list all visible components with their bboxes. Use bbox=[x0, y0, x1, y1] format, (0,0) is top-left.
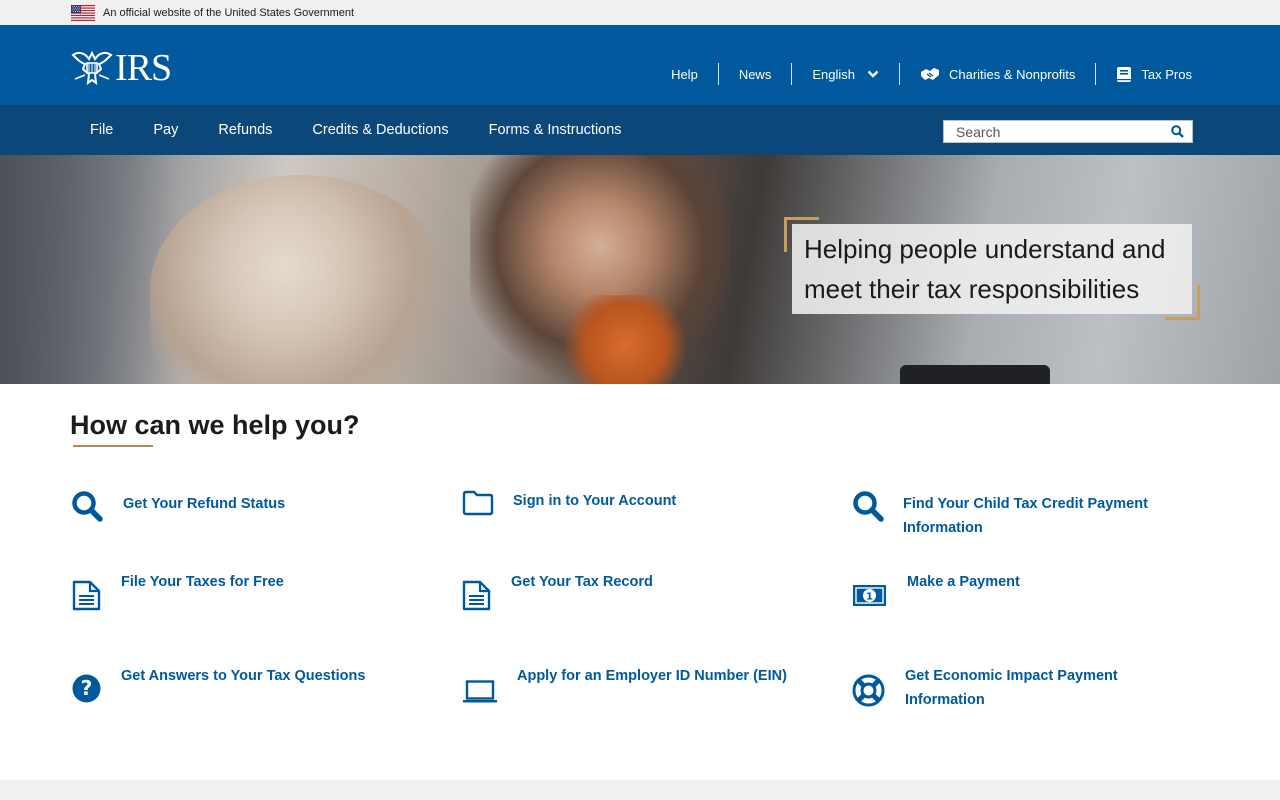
logo-text: IRS bbox=[115, 47, 172, 89]
tile-apply-ein[interactable]: Apply for an Employer ID Number (EIN) bbox=[462, 668, 787, 704]
tile-tax-questions-icon-wrap: ? bbox=[72, 674, 121, 703]
tile-label: Get Your Refund Status bbox=[123, 496, 286, 512]
tile-label: Get Answers to Your Tax Questions bbox=[121, 668, 366, 684]
tile-label: Get Economic Impact Payment Information bbox=[905, 668, 1118, 708]
chevron-down-icon bbox=[867, 70, 879, 78]
search-icon bbox=[72, 491, 103, 522]
site-header: IRS Help News English Charities & Nonpro… bbox=[0, 25, 1280, 105]
tile-label: Apply for an Employer ID Number (EIN) bbox=[517, 668, 787, 684]
folder-icon bbox=[462, 490, 494, 516]
hero-banner: Helping people understand and meet their… bbox=[0, 155, 1280, 384]
tile-label: File Your Taxes for Free bbox=[121, 574, 284, 590]
search-input[interactable] bbox=[944, 121, 1163, 142]
nav-item-credits-deductions[interactable]: Credits & Deductions bbox=[292, 105, 468, 155]
us-flag-icon bbox=[71, 4, 95, 21]
main-nav-list: File Pay Refunds Credits & Deductions Fo… bbox=[70, 105, 642, 155]
tile-label: Find Your Child Tax Credit Payment Infor… bbox=[903, 496, 1148, 536]
svg-text:1: 1 bbox=[866, 592, 873, 603]
hero-image-laptop bbox=[900, 365, 1050, 384]
footer-strip bbox=[0, 780, 1280, 800]
search-box bbox=[943, 120, 1193, 143]
help-section: How can we help you? Get Your Refund Sta… bbox=[0, 384, 1280, 780]
document-icon bbox=[72, 580, 101, 611]
hero-image-sweater bbox=[560, 295, 690, 384]
gov-banner: An official website of the United States… bbox=[0, 0, 1280, 25]
hero-image-person-left bbox=[150, 175, 450, 384]
money-icon: 1 bbox=[853, 585, 886, 606]
main-nav: File Pay Refunds Credits & Deductions Fo… bbox=[0, 105, 1280, 155]
util-taxpros-link[interactable]: Tax Pros bbox=[1095, 63, 1192, 85]
util-news-label: News bbox=[738, 66, 772, 82]
tile-tax-record-icon-wrap bbox=[462, 580, 511, 611]
tile-file-free[interactable]: File Your Taxes for Free bbox=[72, 574, 284, 611]
tile-economic-impact-icon-wrap bbox=[852, 674, 905, 707]
tile-sign-in[interactable]: Sign in to Your Account bbox=[462, 490, 676, 516]
tile-file-free-icon-wrap bbox=[72, 580, 121, 611]
gov-banner-text: An official website of the United States… bbox=[103, 6, 355, 19]
language-label: English bbox=[812, 66, 855, 82]
nav-item-pay[interactable]: Pay bbox=[133, 105, 198, 155]
life-ring-icon bbox=[852, 674, 885, 707]
book-icon bbox=[1117, 66, 1132, 82]
question-icon: ? bbox=[72, 674, 101, 703]
util-help-link[interactable]: Help bbox=[651, 63, 718, 85]
nav-item-refunds[interactable]: Refunds bbox=[198, 105, 292, 155]
tile-refund-status-icon-wrap bbox=[71, 490, 123, 522]
tile-apply-ein-icon-wrap bbox=[462, 680, 517, 704]
hero-headline-card: Helping people understand and meet their… bbox=[792, 224, 1192, 314]
handshake-icon bbox=[920, 68, 939, 80]
document-icon bbox=[462, 580, 491, 611]
search-button[interactable] bbox=[1162, 121, 1192, 142]
util-charities-label: Charities & Nonprofits bbox=[948, 66, 1076, 82]
language-selector[interactable]: English bbox=[791, 63, 899, 85]
help-title: How can we help you? bbox=[70, 410, 360, 440]
tile-child-tax-credit-icon-wrap bbox=[852, 490, 903, 522]
tile-sign-in-icon-wrap bbox=[462, 490, 513, 516]
utility-nav: Help News English Charities & Nonprofits bbox=[651, 63, 1192, 85]
search-icon bbox=[1170, 125, 1184, 138]
nav-item-forms-instructions[interactable]: Forms & Instructions bbox=[469, 105, 642, 155]
tile-child-tax-credit[interactable]: Find Your Child Tax Credit Payment Infor… bbox=[852, 490, 1172, 540]
tile-economic-impact[interactable]: Get Economic Impact Payment Information bbox=[852, 668, 1172, 712]
tile-label: Sign in to Your Account bbox=[513, 493, 677, 509]
tile-tax-record[interactable]: Get Your Tax Record bbox=[462, 574, 653, 611]
laptop-icon bbox=[463, 680, 497, 703]
util-taxpros-label: Tax Pros bbox=[1141, 66, 1192, 82]
irs-logo[interactable]: IRS bbox=[71, 47, 172, 89]
tile-make-payment[interactable]: 1 Make a Payment bbox=[852, 574, 1020, 608]
util-news-link[interactable]: News bbox=[717, 63, 792, 85]
hero-headline: Helping people understand and meet their… bbox=[804, 234, 1166, 304]
tile-tax-questions[interactable]: ? Get Answers to Your Tax Questions bbox=[72, 668, 365, 703]
search-icon bbox=[853, 491, 884, 522]
svg-text:?: ? bbox=[81, 676, 93, 700]
tile-refund-status[interactable]: Get Your Refund Status bbox=[71, 490, 285, 522]
tile-make-payment-icon-wrap: 1 bbox=[852, 584, 907, 608]
tile-label: Get Your Tax Record bbox=[511, 574, 653, 590]
hero-corner-accent-bottom bbox=[1165, 285, 1200, 320]
util-charities-link[interactable]: Charities & Nonprofits bbox=[898, 63, 1095, 85]
tile-label: Make a Payment bbox=[907, 574, 1020, 590]
eagle-icon bbox=[71, 50, 113, 86]
nav-item-file[interactable]: File bbox=[70, 105, 133, 155]
help-title-underline bbox=[73, 445, 153, 447]
util-help-label: Help bbox=[671, 66, 698, 82]
